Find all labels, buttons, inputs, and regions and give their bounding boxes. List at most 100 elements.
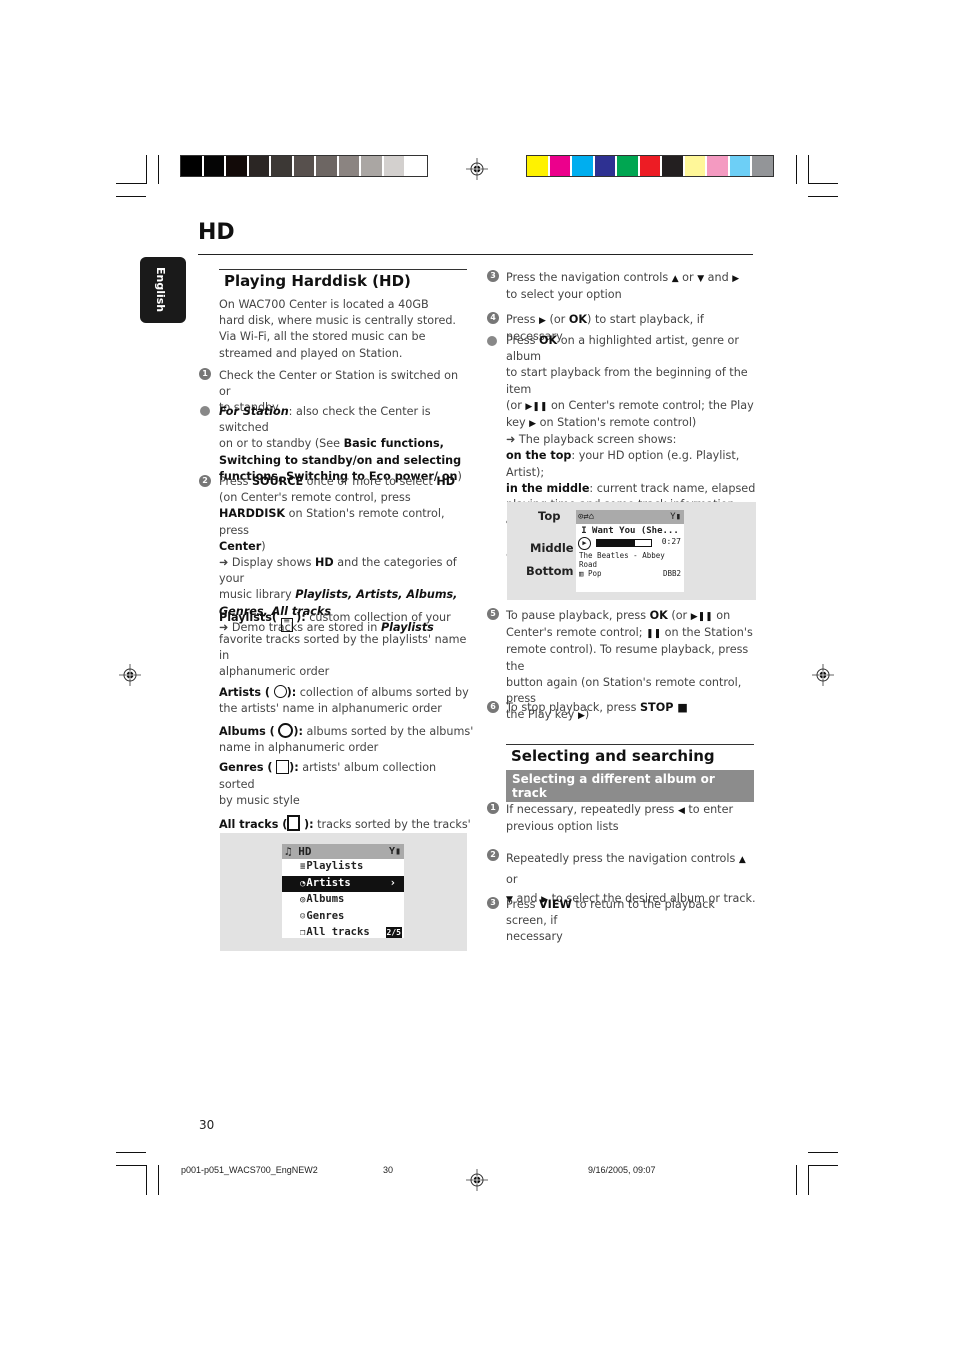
text-line: the artists' name in alphanumeric order — [219, 701, 442, 715]
category-list: Playlists( ≡ ): custom collection of you… — [219, 610, 474, 849]
section-heading-text: Playing Harddisk (HD) — [224, 272, 411, 290]
text-line: remote control). To resume playback, pre… — [506, 643, 749, 673]
text-line: favorite tracks sorted by the playlists'… — [219, 633, 467, 663]
page-indicator: 2/5 — [385, 927, 402, 938]
text: To stop playback, press — [506, 701, 640, 714]
color-swatch — [549, 156, 572, 176]
crop-mark — [116, 196, 146, 197]
all-tracks-icon — [287, 815, 301, 832]
up-arrow-icon: ▲ — [671, 274, 679, 284]
text: on Station's remote control) — [536, 416, 697, 430]
bullet-icon — [487, 336, 497, 346]
reference-link: Switching to standby/on and selecting — [219, 453, 462, 467]
menu-item[interactable]: ❒All tracks 2/5 — [282, 925, 404, 938]
play-circle-icon: ▶ — [578, 537, 591, 550]
play-pause-icon: ▶❚❚ — [525, 401, 548, 412]
progress-row: ▶ 0:27 — [576, 537, 684, 551]
color-swatch — [527, 156, 550, 176]
text: Repeatedly press the navigation controls — [506, 852, 739, 865]
crop-mark — [116, 1152, 146, 1153]
text: ): — [289, 761, 299, 775]
key-label: HD — [436, 475, 455, 488]
text: on or to standby (See — [219, 437, 344, 451]
title-divider — [198, 254, 753, 255]
text-line: by music style — [219, 793, 300, 807]
bullet-for-station: For Station: also check the Center is sw… — [219, 404, 471, 485]
crop-mark — [116, 1165, 146, 1166]
text: ): — [293, 725, 303, 739]
key-label: Center — [219, 539, 262, 553]
equalizer-icon: ▥ — [579, 569, 584, 578]
text: ): — [296, 611, 306, 624]
category-name: Albums ( — [219, 725, 275, 739]
text: Center's remote control; — [506, 626, 647, 640]
step-number: 6 — [487, 701, 499, 713]
lcd-title: HD — [298, 845, 312, 858]
text: ): — [303, 818, 314, 832]
menu-item-icon: ≡ — [300, 862, 306, 872]
key-label: SOURCE — [252, 475, 304, 488]
text-line: streamed and played on Station. — [219, 346, 403, 360]
color-swatch — [203, 156, 226, 176]
text: ) — [261, 539, 266, 553]
registration-mark-icon — [466, 1169, 488, 1191]
language-label: English — [154, 267, 167, 313]
text: once or more to select — [303, 475, 437, 488]
music-note-icon: ♫ — [285, 845, 292, 858]
text-line: necessary — [506, 930, 563, 944]
play-icon: ▶ — [539, 316, 546, 326]
registration-mark-icon — [466, 158, 488, 180]
playlist-icon: ≡ — [280, 617, 293, 632]
category-name: Genres ( — [219, 761, 273, 775]
step-number: 1 — [487, 802, 499, 814]
menu-item-icon: ◔ — [300, 878, 306, 889]
menu-item[interactable]: ◎Albums — [282, 892, 404, 909]
album-icon — [278, 723, 294, 739]
text: (or — [545, 313, 569, 326]
mode-icons: ⊙⇄⌂ — [578, 512, 595, 522]
color-swatch — [293, 156, 316, 176]
key-label: STOP — [640, 701, 674, 714]
right-arrow-icon: ▶ — [732, 274, 740, 284]
text: key — [506, 416, 530, 430]
text-line: name in alphanumeric order — [219, 741, 379, 755]
text: (or — [506, 398, 526, 412]
key-label: HARDDISK — [219, 507, 286, 521]
text: and — [704, 271, 733, 284]
text-line: Via Wi-Fi, all the stored music can be — [219, 330, 426, 344]
menu-item[interactable]: ≡Playlists — [282, 859, 404, 876]
menu-item[interactable]: ☺Genres — [282, 909, 404, 926]
text: : current track name, elapsed — [589, 481, 756, 495]
section-heading-selecting-searching: Selecting and searching — [506, 744, 754, 765]
dbb-setting: DBB2 — [662, 569, 681, 578]
crop-mark — [158, 1165, 159, 1195]
color-calibration-bar — [526, 155, 774, 177]
select-step-1: If necessary, repeatedly press ◀ to ente… — [506, 802, 756, 835]
emphasis: on the top — [506, 449, 572, 463]
text: Press — [506, 313, 539, 326]
menu-item-label: Genres — [306, 909, 345, 922]
footer-page: 30 — [383, 1165, 394, 1175]
category-artists: Artists ( ): collection of albums sorted… — [219, 684, 474, 717]
crop-mark — [158, 155, 159, 184]
color-swatch — [338, 156, 361, 176]
menu-item-icon: ☺ — [300, 911, 306, 922]
page-number: 30 — [199, 1118, 215, 1132]
color-swatch — [226, 156, 249, 176]
text: Press — [506, 898, 539, 911]
pause-icon: ❚❚ — [646, 629, 662, 640]
text-line: previous option lists — [506, 820, 619, 834]
menu-item[interactable]: ◔Artists › — [282, 875, 404, 892]
color-swatch — [572, 156, 595, 176]
stop-icon: ■ — [673, 701, 688, 714]
category-name: Artists ( — [219, 685, 271, 699]
text: tracks sorted by the tracks' — [313, 818, 471, 832]
crop-mark — [808, 1165, 809, 1195]
text: or — [506, 873, 518, 886]
key-label: VIEW — [539, 898, 572, 911]
text: custom collection of your — [305, 611, 451, 624]
color-swatch — [617, 156, 640, 176]
color-swatch — [316, 156, 339, 176]
intro-paragraph: On WAC700 Center is located a 40GB hard … — [219, 297, 469, 362]
key-label: OK — [568, 313, 588, 326]
